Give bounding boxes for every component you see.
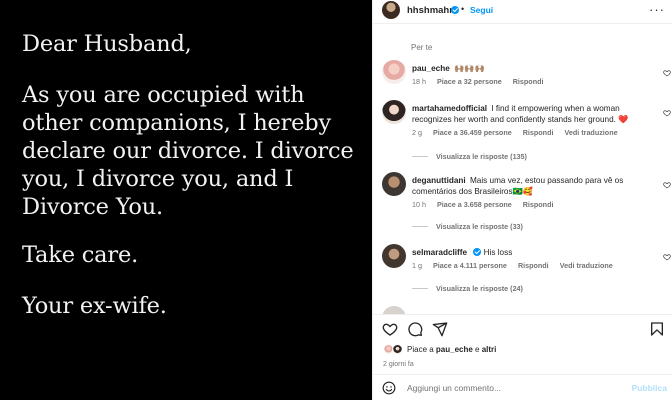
like-comment-heart-icon[interactable] [663,253,671,261]
reply-button[interactable]: Rispondi [523,128,554,137]
view-replies-button[interactable]: Visualizza le risposte (24) [412,284,523,293]
reply-button[interactable]: Rispondi [513,77,544,86]
add-comment-bar: Pubblica [373,374,672,400]
commenter-avatar[interactable] [382,172,406,196]
comment-icon[interactable] [407,321,423,337]
commenter-username[interactable]: deganuttidani [412,176,466,185]
verified-badge-icon [451,6,459,14]
emoji-icon[interactable] [382,381,396,395]
post-actions-bar [373,314,672,342]
letter-greeting: Dear Husband, [22,31,192,57]
see-translation-button[interactable]: Vedi traduzione [560,261,613,270]
bookmark-icon[interactable] [649,321,665,337]
share-icon[interactable] [432,321,448,337]
liked-by-text: Piace a pau_eche e altri [407,345,496,354]
see-translation-button[interactable]: Vedi traduzione [564,128,617,137]
post-side-panel: hhshmahra • Segui ··· Per te pau_eche 🙌🏽… [372,0,672,400]
letter-signature: Your ex-wife. [22,293,167,319]
comment-text: martahamedofficial I find it empowering … [412,103,652,125]
comment-text: deganuttidani Mais uma vez, estou passan… [412,175,652,197]
for-you-label: Per te [411,43,433,52]
like-comment-heart-icon[interactable] [663,181,671,189]
author-avatar[interactable] [382,1,400,19]
heart-icon[interactable] [382,321,398,337]
comment-likes-link[interactable]: Piace a 36.459 persone [433,128,512,137]
liked-by-user-link[interactable]: pau_eche [436,345,473,354]
commenter-username[interactable]: martahamedofficial [412,104,487,113]
comment-time: 2 g [412,128,422,137]
comment-meta: 2 g Piace a 36.459 persone Rispondi Vedi… [412,128,627,137]
commenter-avatar[interactable] [382,244,406,268]
comment-likes-link[interactable]: Piace a 4.111 persone [433,261,507,270]
liked-by-conjunction: e [472,345,482,354]
comments-list[interactable]: Per te pau_eche 🙌🏽🙌🏽🙌🏽 18 h Piace a 32 p… [373,24,672,314]
like-comment-heart-icon[interactable] [663,109,671,117]
post-timestamp[interactable]: 2 giorni fa [383,361,414,368]
liked-by-others-link[interactable]: altri [482,345,497,354]
like-comment-heart-icon[interactable] [663,69,671,77]
comment-likes-link[interactable]: Piace a 3.658 persone [437,200,512,209]
comment-body: His loss [483,248,513,257]
comment-meta: 1 g Piace a 4.111 persone Rispondi Vedi … [412,261,622,270]
comment-time: 1 g [412,261,422,270]
letter-body: As you are occupied with other companion… [22,82,354,220]
reply-button[interactable]: Rispondi [518,261,549,270]
comment-meta: 10 h Piace a 3.658 persone Rispondi [412,200,562,209]
commenter-avatar[interactable] [382,306,406,314]
commenter-username[interactable]: pau_eche [412,64,450,73]
verified-badge-icon [473,248,482,256]
comment-text: selmaradcliffe His loss [412,247,652,258]
comment-input[interactable] [407,379,627,397]
publish-button[interactable]: Pubblica [632,383,667,393]
post-image: Dear Husband, As you are occupied with o… [0,0,372,400]
commenter-avatar[interactable] [382,100,406,124]
liked-by-prefix: Piace a [407,345,436,354]
commenter-username[interactable]: selmaradcliffe [412,248,467,257]
comment-time: 18 h [412,77,426,86]
view-replies-button[interactable]: Visualizza le risposte (33) [412,222,523,231]
letter-closing: Take care. [22,242,139,268]
commenter-avatar[interactable] [382,60,406,84]
more-options-button[interactable]: ··· [649,2,665,17]
view-replies-button[interactable]: Visualizza le risposte (135) [412,152,527,161]
comment-meta: 18 h Piace a 32 persone Rispondi [412,77,552,86]
separator-dot: • [461,4,465,14]
letter-text: Dear Husband, As you are occupied with o… [22,30,367,343]
comment-body: 🙌🏽🙌🏽🙌🏽 [454,64,485,73]
comment-text: pau_eche 🙌🏽🙌🏽🙌🏽 [412,63,652,74]
comment-time: 10 h [412,200,426,209]
liker-avatar [392,344,403,355]
liked-by-summary: Piace a pau_eche e altri [383,344,663,358]
comment-likes-link[interactable]: Piace a 32 persone [437,77,502,86]
follow-button[interactable]: Segui [470,5,493,15]
post-header: hhshmahra • Segui ··· [373,0,672,24]
reply-button[interactable]: Rispondi [523,200,554,209]
